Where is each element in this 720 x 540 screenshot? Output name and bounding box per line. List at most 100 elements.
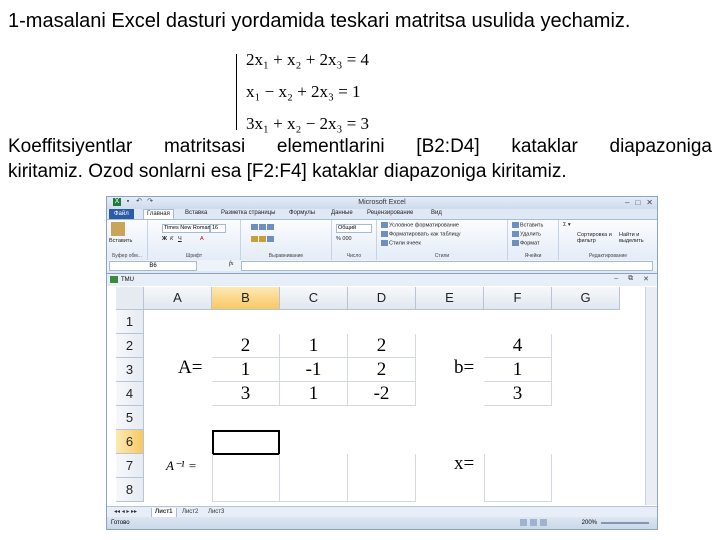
row-header-5[interactable]: 5 [116,406,144,430]
normal-view-icon[interactable] [520,519,527,526]
tab-nav-icon[interactable]: ◂◂ ◂ ▸ ▸▸ [111,508,140,517]
cell-styles-button[interactable]: Стили ячеек [381,240,421,246]
column-header-e[interactable]: E [416,287,484,310]
percent-icon[interactable]: % 000 [336,236,352,242]
row-header-7[interactable]: 7 [116,454,144,478]
tab-view[interactable]: Вид [431,210,442,216]
conditional-format-button[interactable]: Условное форматирование [381,222,459,228]
bold-button[interactable]: Ж [162,236,167,242]
minimize-icon[interactable]: – [625,198,629,207]
tab-home[interactable]: Главная [143,209,174,219]
sheet-tab-2[interactable]: Лист2 [179,508,201,517]
minimize-icon[interactable]: – [614,275,618,283]
cell-d3[interactable]: 2 [348,358,416,382]
zoom-slider[interactable] [601,522,649,524]
excel-titlebar: X ▪ ↶ ↷ Microsoft Excel – □ ✕ [107,197,657,209]
tab-data[interactable]: Данные [331,210,353,216]
cell-f2[interactable]: 4 [484,334,552,358]
status-bar: Готово 200% [107,517,657,529]
paste-icon[interactable] [111,222,125,236]
format-as-table-button[interactable]: Форматировать как таблицу [381,231,461,237]
tab-file[interactable]: Файл [109,209,134,219]
underline-button[interactable]: Ч [178,236,182,242]
page-break-view-icon[interactable] [540,519,547,526]
cell-f3[interactable]: 1 [484,358,552,382]
number-format-select[interactable]: Общий [336,224,372,233]
column-header-f[interactable]: F [484,287,552,310]
group-font: Times New Roman 16 Ж К Ч A Шрифт [148,220,241,260]
view-buttons [520,519,547,526]
row-header-1[interactable]: 1 [116,310,144,334]
tab-page-layout[interactable]: Разметка страницы [221,210,275,216]
align-left-icon[interactable] [251,236,275,242]
sort-filter-button[interactable]: Сортировка и фильтр [577,232,613,244]
group-label: Число [346,253,362,259]
tab-formulas[interactable]: Формулы [289,210,315,216]
insert-icon [512,222,519,228]
paste-button[interactable]: Вставить [109,238,132,244]
column-header-a[interactable]: A [144,287,212,310]
label-a-matrix: A= [178,357,203,378]
cell-b7[interactable] [212,454,280,502]
group-alignment: Выравнивание [241,220,332,260]
system-brace [236,54,243,130]
cell-b3[interactable]: 1 [212,358,280,382]
insert-cells-button[interactable]: Вставить [512,222,543,228]
row-header-4[interactable]: 4 [116,382,144,406]
column-header-g[interactable]: G [552,287,620,310]
font-size-select[interactable]: 16 [210,224,226,233]
align-top-icon[interactable] [251,224,275,230]
active-cell-b6[interactable] [212,430,280,455]
maximize-icon[interactable]: □ [635,198,640,207]
restore-icon[interactable]: ⧉ [628,275,633,283]
cell-d7[interactable] [348,454,416,502]
row-header-8[interactable]: 8 [116,478,144,502]
cell-c4[interactable]: 1 [280,382,348,406]
autosum-icon[interactable]: Σ ▾ [563,222,571,228]
row-header-2[interactable]: 2 [116,334,144,358]
workbook-title: TMU [121,277,134,283]
table-icon [381,231,388,237]
cell-c3[interactable]: -1 [280,358,348,382]
italic-button[interactable]: К [170,236,173,242]
cell-c7[interactable] [280,454,348,502]
vertical-scrollbar[interactable] [645,287,657,505]
page-layout-view-icon[interactable] [530,519,537,526]
ribbon: Вставить Буфер обм... Times New Roman 16… [107,219,657,261]
cell-b4[interactable]: 3 [212,382,280,406]
cell-f4[interactable]: 3 [484,382,552,406]
column-header-b[interactable]: B [212,287,280,310]
cell-d4[interactable]: -2 [348,382,416,406]
row-header-3[interactable]: 3 [116,358,144,382]
instruction-line-1: Koeffitsiyentlar matritsasi elementlarin… [8,136,712,157]
cell-b2[interactable]: 2 [212,334,280,358]
name-box[interactable]: B6 [109,261,197,271]
tab-insert[interactable]: Вставка [185,210,207,216]
font-name-select[interactable]: Times New Roman [162,224,211,233]
find-select-button[interactable]: Найти и выделить [619,232,653,244]
font-color-icon[interactable]: A [200,236,204,242]
cell-d2[interactable]: 2 [348,334,416,358]
formula-input[interactable] [241,261,653,271]
format-cells-button[interactable]: Формат [512,240,540,246]
workbook-window: TMU – ⧉ ✕ A B C D E F G 1 2 3 4 5 6 7 8 [107,273,657,519]
label-x: x= [454,453,475,474]
delete-cells-button[interactable]: Удалить [512,231,541,237]
ribbon-tabs: Файл Главная Вставка Разметка страницы Ф… [107,209,657,219]
cell-f7[interactable] [484,454,552,502]
workbook-titlebar: TMU – ⧉ ✕ [107,274,657,286]
close-icon[interactable]: ✕ [646,198,653,207]
fx-icon[interactable]: fx [229,261,233,267]
cell-c2[interactable]: 1 [280,334,348,358]
column-header-c[interactable]: C [280,287,348,310]
zoom-level[interactable]: 200% [582,520,597,526]
group-label: Буфер обм... [112,253,142,259]
row-header-6[interactable]: 6 [116,430,144,454]
close-icon[interactable]: ✕ [643,275,649,283]
group-label: Шрифт [185,253,203,259]
select-all-corner[interactable] [116,287,144,310]
workbook-icon [110,276,118,283]
sheet-tab-3[interactable]: Лист3 [205,508,227,517]
tab-review[interactable]: Рецензирование [367,210,413,216]
column-header-d[interactable]: D [348,287,416,310]
